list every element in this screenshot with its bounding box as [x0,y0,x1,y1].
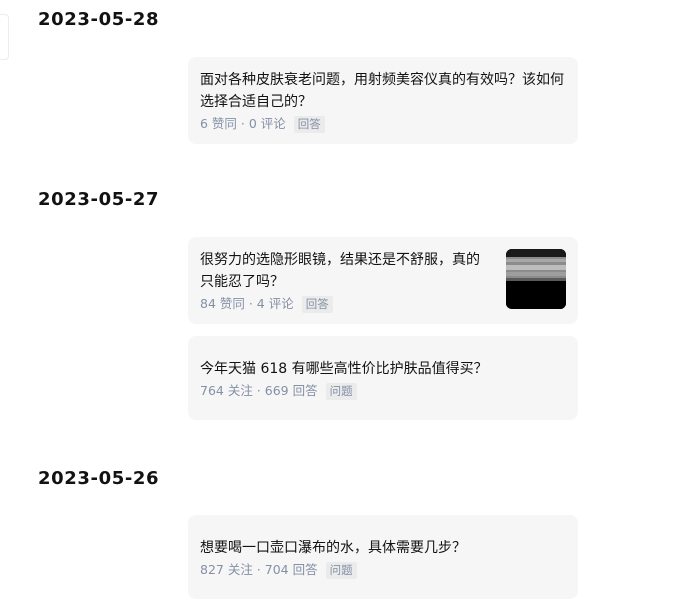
content-type-badge: 回答 [293,115,325,133]
content-type-badge: 回答 [301,295,333,313]
card-stats: 6 赞同 · 0 评论 [200,116,286,131]
date-heading: 2023-05-26 [38,468,160,489]
question-title-link[interactable]: 今年天猫 618 有哪些高性价比护肤品值得买？ [200,358,566,380]
card-stats: 84 赞同 · 4 评论 [200,296,294,311]
question-title-link[interactable]: 很努力的选隐形眼镜，结果还是不舒服，真的只能忍了吗？ [200,249,488,293]
question-title-link[interactable]: 面对各种皮肤衰老问题，用射频美容仪真的有效吗？该如何选择合适自己的？ [200,69,566,113]
feed-card[interactable]: 今年天猫 618 有哪些高性价比护肤品值得买？ 764 关注 · 669 回答 … [188,336,578,420]
feed-card[interactable]: 面对各种皮肤衰老问题，用射频美容仪真的有效吗？该如何选择合适自己的？ 6 赞同 … [188,57,578,144]
date-heading: 2023-05-28 [38,9,160,30]
content-type-badge: 问题 [325,561,357,579]
card-stats: 827 关注 · 704 回答 [200,562,318,577]
contact-lens-image [506,249,566,309]
feed-card[interactable]: 想要喝一口壶口瀑布的水，具体需要几步？ 827 关注 · 704 回答 问题 [188,515,578,599]
question-title-link[interactable]: 想要喝一口壶口瀑布的水，具体需要几步？ [200,537,566,559]
feed-card[interactable]: 很努力的选隐形眼镜，结果还是不舒服，真的只能忍了吗？ 84 赞同 · 4 评论 … [188,237,578,324]
side-panel-edge [0,14,9,60]
answer-thumbnail[interactable] [506,249,566,309]
date-heading: 2023-05-27 [38,189,160,210]
activity-feed: 2023-05-28 面对各种皮肤衰老问题，用射频美容仪真的有效吗？该如何选择合… [0,0,676,607]
card-stats: 764 关注 · 669 回答 [200,383,318,398]
content-type-badge: 问题 [325,382,357,400]
